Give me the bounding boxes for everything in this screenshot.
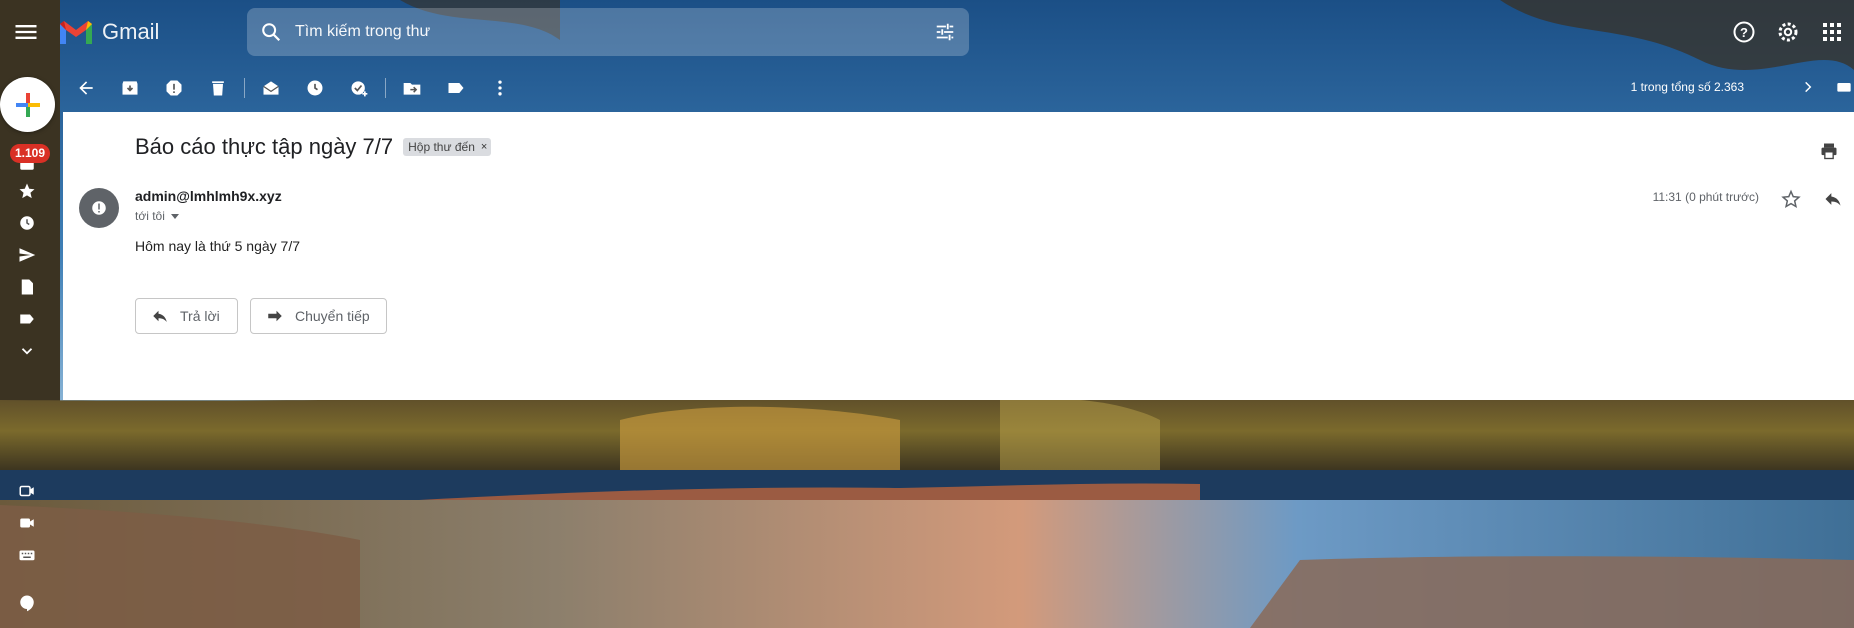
reply-icon: [1825, 193, 1841, 206]
mark-unread-icon: [263, 81, 279, 95]
more-vert-icon: [498, 80, 502, 96]
tune-icon: [936, 23, 954, 41]
archive-icon: [122, 81, 138, 95]
reply-button[interactable]: Trả lời: [135, 298, 238, 334]
subject-row: Báo cáo thực tập ngày 7/7 Hộp thư đến ×: [135, 134, 492, 160]
reply-label: Trả lời: [180, 308, 220, 324]
star-outline-icon: [1781, 189, 1801, 209]
move-to-icon: [403, 83, 421, 95]
meet-new-meeting[interactable]: [14, 478, 40, 504]
warning-icon: [92, 201, 106, 215]
sender-avatar: [79, 188, 119, 228]
apps-button[interactable]: [1810, 10, 1854, 54]
add-task-icon: [351, 81, 368, 97]
back-icon: [79, 81, 93, 95]
nav-label[interactable]: [14, 306, 40, 332]
plus-icon: [15, 92, 40, 117]
inbox-label-chip[interactable]: Hộp thư đến ×: [403, 138, 492, 156]
input-tools-button[interactable]: [1834, 77, 1854, 97]
join-with-code[interactable]: [14, 542, 40, 568]
inbox-unread-badge: 1.109: [10, 144, 51, 163]
label-chip-text: Hộp thư đến: [408, 140, 475, 154]
main-menu-button[interactable]: [12, 18, 40, 46]
mark-unread-button[interactable]: [249, 66, 293, 110]
older-button[interactable]: [1798, 77, 1818, 97]
meet-join[interactable]: [14, 510, 40, 536]
search-icon[interactable]: [247, 8, 295, 56]
print-all-button[interactable]: [1814, 136, 1844, 166]
nav-more[interactable]: [14, 338, 40, 364]
chevron-down-icon: [170, 213, 179, 219]
gmail-logo[interactable]: Gmail: [58, 16, 159, 48]
top-right-controls: ?: [1722, 10, 1854, 54]
delete-icon: [212, 81, 224, 96]
nav-starred[interactable]: [14, 178, 40, 204]
message-subject: Báo cáo thực tập ngày 7/7: [135, 134, 394, 159]
compose-button[interactable]: [0, 77, 55, 132]
nav-sent[interactable]: [14, 242, 40, 268]
remove-label-button[interactable]: ×: [481, 141, 487, 153]
svg-text:?: ?: [1740, 25, 1748, 40]
hangouts-icon: [20, 595, 34, 612]
report-spam-button[interactable]: [152, 66, 196, 110]
delete-button[interactable]: [196, 66, 240, 110]
help-icon: ?: [1733, 21, 1755, 43]
reply-icon-button[interactable]: [1820, 186, 1846, 212]
clock-icon: [307, 80, 323, 96]
meet-new-icon: [19, 485, 34, 497]
message-body: Hôm nay là thứ 5 ngày 7/7: [135, 238, 301, 254]
add-to-tasks-button[interactable]: [337, 66, 381, 110]
nav-drafts[interactable]: [14, 274, 40, 300]
nav-snoozed[interactable]: [14, 210, 40, 236]
video-icon: [20, 518, 34, 528]
keyboard-icon: [19, 550, 35, 561]
keyboard-icon: [1837, 83, 1851, 92]
settings-button[interactable]: [1766, 10, 1810, 54]
report-spam-icon: [166, 80, 182, 96]
recipient-text: tới tôi: [135, 209, 165, 223]
expand-more-icon: [21, 348, 33, 355]
more-button[interactable]: [478, 66, 522, 110]
label-icon: [448, 83, 464, 93]
draft-icon: [21, 279, 33, 295]
recipient-details-toggle[interactable]: tới tôi: [135, 209, 179, 223]
message-time: 11:31 (0 phút trước): [1652, 190, 1759, 204]
forward-icon: [265, 306, 285, 326]
toolbar-divider: [385, 78, 386, 98]
top-bar: Gmail ?: [0, 0, 1854, 64]
star-message-button[interactable]: [1778, 186, 1804, 212]
message-view: Báo cáo thực tập ngày 7/7 Hộp thư đến × …: [63, 112, 1854, 400]
labels-button[interactable]: [434, 66, 478, 110]
print-icon: [1821, 143, 1837, 160]
forward-button[interactable]: Chuyển tiếp: [250, 298, 387, 334]
chevron-right-icon: [1805, 81, 1812, 93]
star-icon: [19, 183, 35, 199]
sender-address[interactable]: admin@lmhlmh9x.xyz: [135, 188, 282, 204]
move-to-button[interactable]: [390, 66, 434, 110]
message-toolbar: [64, 64, 1854, 112]
menu-icon: [15, 25, 37, 39]
label-icon: [20, 314, 34, 324]
snooze-button[interactable]: [293, 66, 337, 110]
archive-button[interactable]: [108, 66, 152, 110]
reply-icon: [150, 306, 170, 326]
gmail-m-icon: [60, 21, 92, 44]
toolbar-divider: [244, 78, 245, 98]
back-button[interactable]: [64, 66, 108, 110]
gear-icon: [1778, 22, 1798, 42]
help-button[interactable]: ?: [1722, 10, 1766, 54]
send-icon: [19, 248, 36, 262]
app-name: Gmail: [102, 19, 160, 44]
apps-grid-icon: [1823, 23, 1841, 41]
pagination-count: 1 trong tổng số 2.363: [1630, 80, 1744, 94]
search-bar[interactable]: [247, 8, 969, 56]
search-options-button[interactable]: [921, 8, 969, 56]
hangouts[interactable]: [14, 590, 40, 616]
search-input[interactable]: [295, 23, 921, 41]
forward-label: Chuyển tiếp: [295, 308, 370, 324]
clock-icon: [20, 216, 34, 230]
